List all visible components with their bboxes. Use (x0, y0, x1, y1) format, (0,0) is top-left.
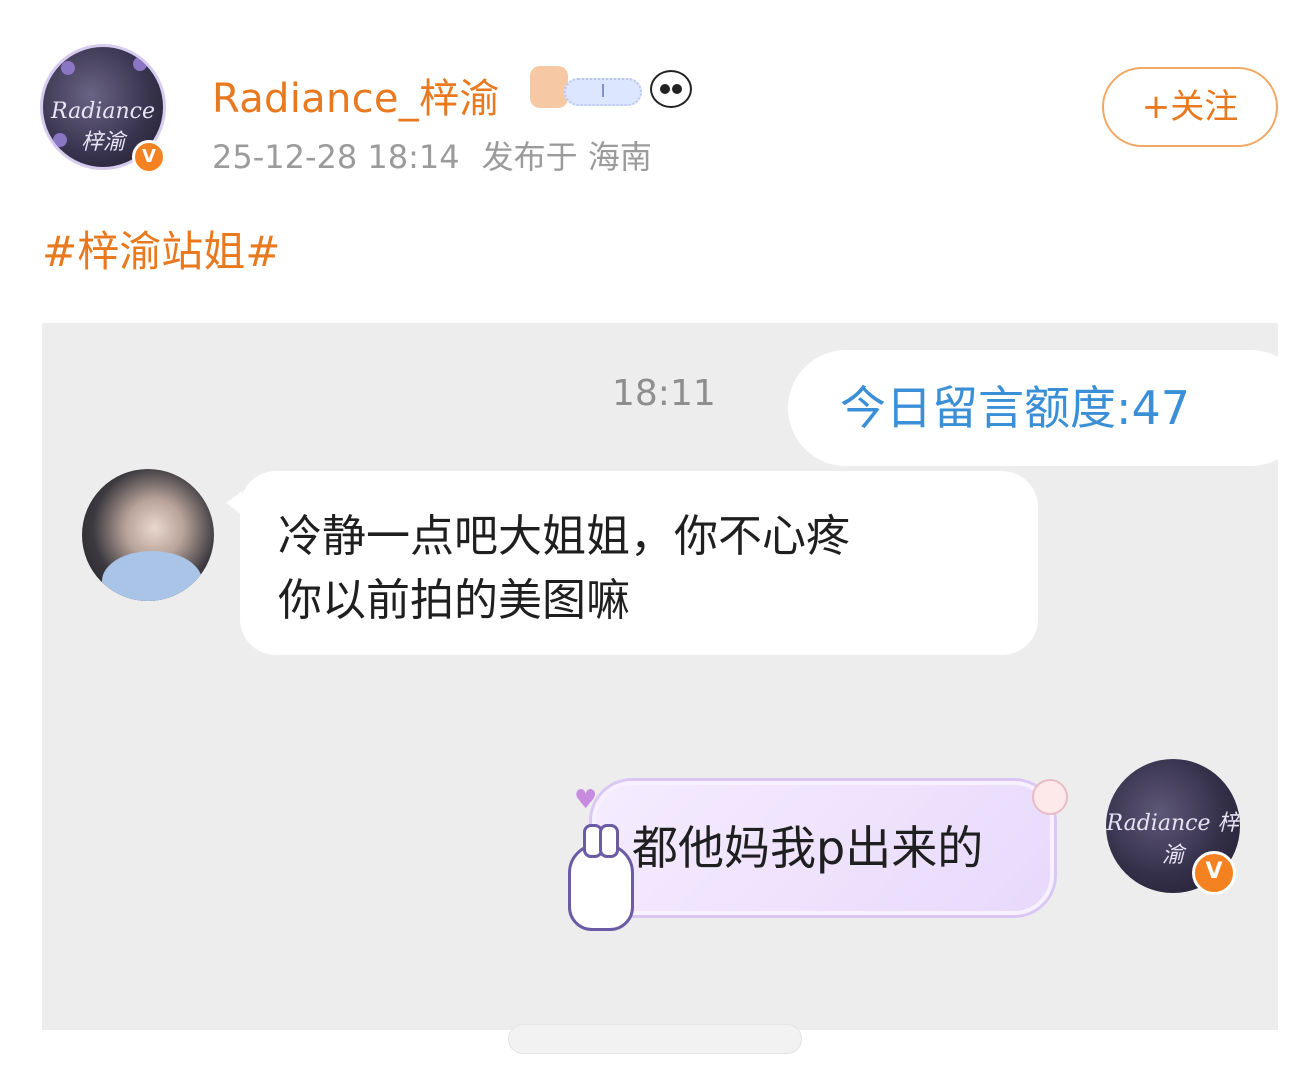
verified-icon: V (132, 140, 166, 174)
post-timestamp: 25-12-28 18:14 (212, 138, 460, 176)
message-line: 冷静一点吧大姐姐，你不心疼 (278, 511, 850, 562)
post-location: 发布于 海南 (481, 138, 652, 176)
chat-timestamp: 18:11 (612, 373, 716, 414)
message-line: 你以前拍的美图嘛 (278, 575, 630, 626)
flower-icon (133, 57, 147, 71)
quota-message-bubble: 今日留言额度:47 (788, 350, 1278, 466)
bear-badge-icon[interactable] (530, 66, 568, 108)
chat-screenshot-image[interactable]: 18:11 今日留言额度:47 冷静一点吧大姐姐，你不心疼 你以前拍的美图嘛 ♥… (42, 323, 1278, 1030)
panda-badge-icon[interactable] (650, 70, 692, 108)
follow-button[interactable]: +关注 (1102, 67, 1278, 147)
fan-badge-icon[interactable]: I (564, 78, 642, 106)
flower-icon (61, 61, 75, 75)
contact-avatar (82, 469, 214, 601)
bunny-icon (568, 824, 634, 931)
verified-icon: V (1192, 851, 1236, 895)
post-meta: 25-12-28 18:14 发布于 海南 (212, 132, 652, 178)
weibo-post: Radiance 梓渝 V Radiance_梓渝 I 25-12-28 18:… (0, 0, 1315, 1068)
avatar-photo (102, 551, 202, 601)
incoming-message-bubble: 冷静一点吧大姐姐，你不心疼 你以前拍的美图嘛 (226, 471, 1038, 655)
user-avatar[interactable]: Radiance 梓渝 V (36, 40, 170, 180)
outgoing-message-bubble: 都他妈我p出来的 (592, 781, 1054, 915)
watermark-bar (508, 1024, 802, 1054)
username[interactable]: Radiance_梓渝 (212, 66, 500, 124)
paw-icon (1032, 779, 1068, 815)
hashtag-link[interactable]: #梓渝站姐# (42, 218, 280, 279)
